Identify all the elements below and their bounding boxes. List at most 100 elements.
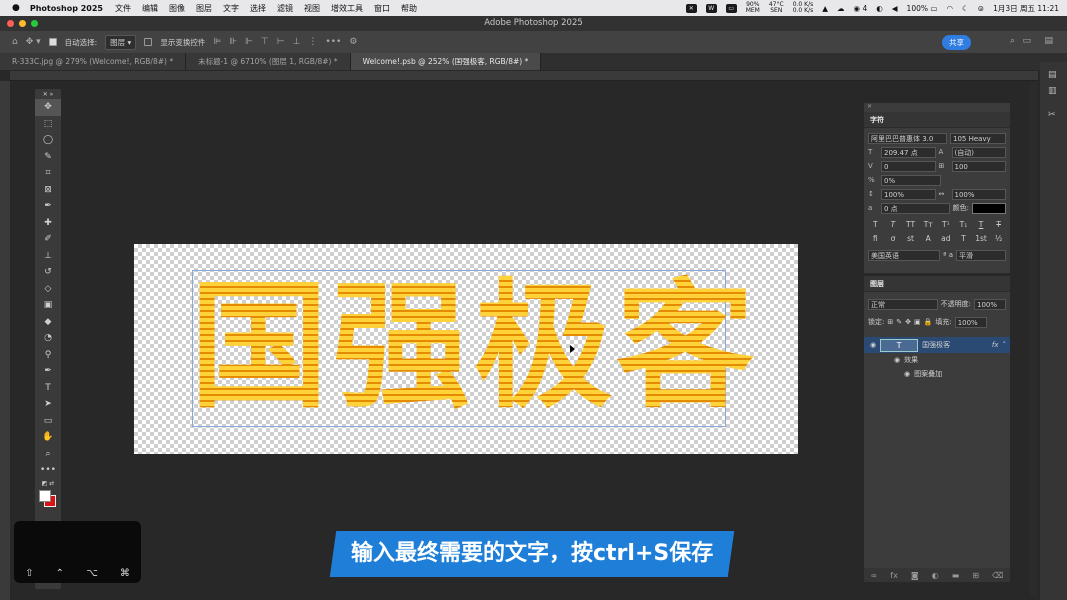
rectangle-tool[interactable]: ▭ [35,413,61,430]
swash-button[interactable]: st [905,234,917,243]
lasso-tool[interactable]: ◯ [35,132,61,149]
eraser-tool[interactable]: ◇ [35,281,61,298]
baseline-shift-field[interactable]: 0 点 [881,202,950,214]
toolbar-collapse-icon[interactable]: ✕ » [35,89,61,99]
frame-tool[interactable]: ⊠ [35,182,61,199]
marquee-tool[interactable]: ⬚ [35,116,61,133]
quick-select-tool[interactable]: ✎ [35,149,61,166]
text-color-swatch[interactable] [972,202,1006,214]
old-style-button[interactable]: ơ [887,234,899,243]
office-icon[interactable]: W [705,3,717,13]
brush-tool[interactable]: ✐ [35,231,61,248]
battery-status[interactable]: 100% ▭ [907,4,938,13]
layer-row-text[interactable]: ◉ T 国强极客 fx ˄ [864,337,1010,353]
new-layer-icon[interactable]: ⊞ [972,571,979,580]
clock[interactable]: 1月3日 周五 11:21 [993,3,1059,14]
moon-icon[interactable]: ☾ [962,4,969,13]
blend-mode-dropdown[interactable]: 正常 [868,298,938,310]
more-options-icon[interactable]: ••• [325,37,341,47]
distribute-icon[interactable]: ⋮ [308,37,317,47]
add-mask-icon[interactable]: ◙ [911,571,919,580]
faux-italic-button[interactable]: T [887,220,899,229]
small-caps-button[interactable]: Tт [922,220,934,229]
blur-tool[interactable]: ◆ [35,314,61,331]
layer-fx-icon[interactable]: fx [992,341,999,349]
opacity-field[interactable]: 100% [974,298,1006,310]
font-size-field[interactable]: 209.47 点 [881,146,936,158]
link-layers-icon[interactable]: ∞ [871,571,878,580]
workspace-icon[interactable]: ▭ [1022,36,1031,46]
lock-pixels-icon[interactable]: ⊞ [887,318,893,326]
visibility-eye-icon[interactable]: ◉ [870,341,876,349]
tab-r333c[interactable]: R-333C.jpg @ 279% (Welcome!, RGB/8#) * [0,53,187,70]
dodge-tool[interactable]: ◔ [35,330,61,347]
align-center-icon[interactable]: ⊪ [229,37,237,47]
layers-dock-icon[interactable]: ▤ [1048,70,1067,80]
window-icon[interactable]: ▭ [725,3,737,13]
healing-brush-tool[interactable]: ✚ [35,215,61,232]
align-bottom-icon[interactable]: ⊥ [293,37,301,47]
apple-icon[interactable]: ● [12,3,20,13]
menu-type[interactable]: 文字 [223,3,239,14]
pattern-overlay-row[interactable]: ◉ 图案叠加 [864,367,1010,381]
document-canvas[interactable]: 国强极客 [134,244,798,454]
type-tool[interactable]: T [35,380,61,397]
vertical-ruler[interactable] [0,81,10,600]
add-style-icon[interactable]: fx [890,571,898,580]
tracking-field[interactable]: 100 [951,160,1006,172]
underline-button[interactable]: T [975,220,987,229]
fill-field[interactable]: 100% [954,316,987,328]
menu-filter[interactable]: 滤镜 [277,3,293,14]
move-tool-icon[interactable]: ✥ ▾ [26,37,41,47]
panel-layout-icon[interactable]: ▤ [1044,36,1053,46]
fractions-button[interactable]: ½ [993,234,1005,243]
zoom-window-icon[interactable] [31,20,38,27]
gradient-tool[interactable]: ▣ [35,297,61,314]
minimize-window-icon[interactable] [19,20,26,27]
subscript-button[interactable]: T₁ [957,220,969,229]
menu-file[interactable]: 文件 [115,3,131,14]
wifi-icon[interactable]: ◠ [946,4,953,13]
font-style-dropdown[interactable]: 105 Heavy [950,132,1006,144]
pattern-overlay-eye-icon[interactable]: ◉ [904,370,910,378]
font-family-dropdown[interactable]: 阿里巴巴普惠体 3.0 [868,132,947,144]
auto-select-dropdown[interactable]: 图层 ▾ [105,34,137,50]
titling-button[interactable]: ad [940,234,952,243]
menu-layer[interactable]: 图层 [196,3,212,14]
new-group-icon[interactable]: ▬ [952,571,960,580]
zoom-tool[interactable]: ⌕ [35,446,61,463]
tsume-field[interactable]: 0% [881,174,941,186]
lock-position-icon[interactable]: ✥ [905,318,911,326]
character-panel-title[interactable]: 字符 [864,112,1010,128]
history-brush-tool[interactable]: ↺ [35,264,61,281]
effects-eye-icon[interactable]: ◉ [894,356,900,364]
align-middle-icon[interactable]: ⊢ [277,37,285,47]
color-swatches[interactable] [35,489,61,511]
ligatures-button[interactable]: fi [869,234,881,243]
cloud-icon[interactable]: ☁ [837,4,845,13]
delete-layer-icon[interactable]: ⌫ [992,571,1003,580]
crop-tool[interactable]: ⌗ [35,165,61,182]
strikethrough-button[interactable]: T [993,220,1005,229]
close-window-icon[interactable] [7,20,14,27]
home-icon[interactable]: ⌂ [12,37,18,47]
menu-select[interactable]: 选择 [250,3,266,14]
burn-tool[interactable]: ⚲ [35,347,61,364]
antialias-dropdown[interactable]: 平滑 [956,249,1006,261]
menu-view[interactable]: 视图 [304,3,320,14]
edit-toolbar-icon[interactable]: ••• [35,462,61,479]
canvas-text-layer[interactable]: 国强极客 [190,262,759,432]
align-top-icon[interactable]: ⊤ [261,37,269,47]
gear-icon[interactable]: ⚙ [349,37,357,47]
hat-icon[interactable]: ▲ [822,4,828,13]
vpn-icon[interactable]: ◐ [876,4,883,13]
lock-artboard-icon[interactable]: ▣ [914,318,921,326]
ordinals-button[interactable]: 1st [975,234,987,243]
adjustment-layer-icon[interactable]: ◐ [932,571,939,580]
language-dropdown[interactable]: 美国英语 [868,249,941,261]
wechat-icon[interactable]: ◉ 4 [854,4,868,13]
all-caps-button[interactable]: TT [905,220,917,229]
app-menu[interactable]: Photoshop 2025 [30,4,103,13]
contextual-button[interactable]: T [957,234,969,243]
faux-bold-button[interactable]: T [869,220,881,229]
